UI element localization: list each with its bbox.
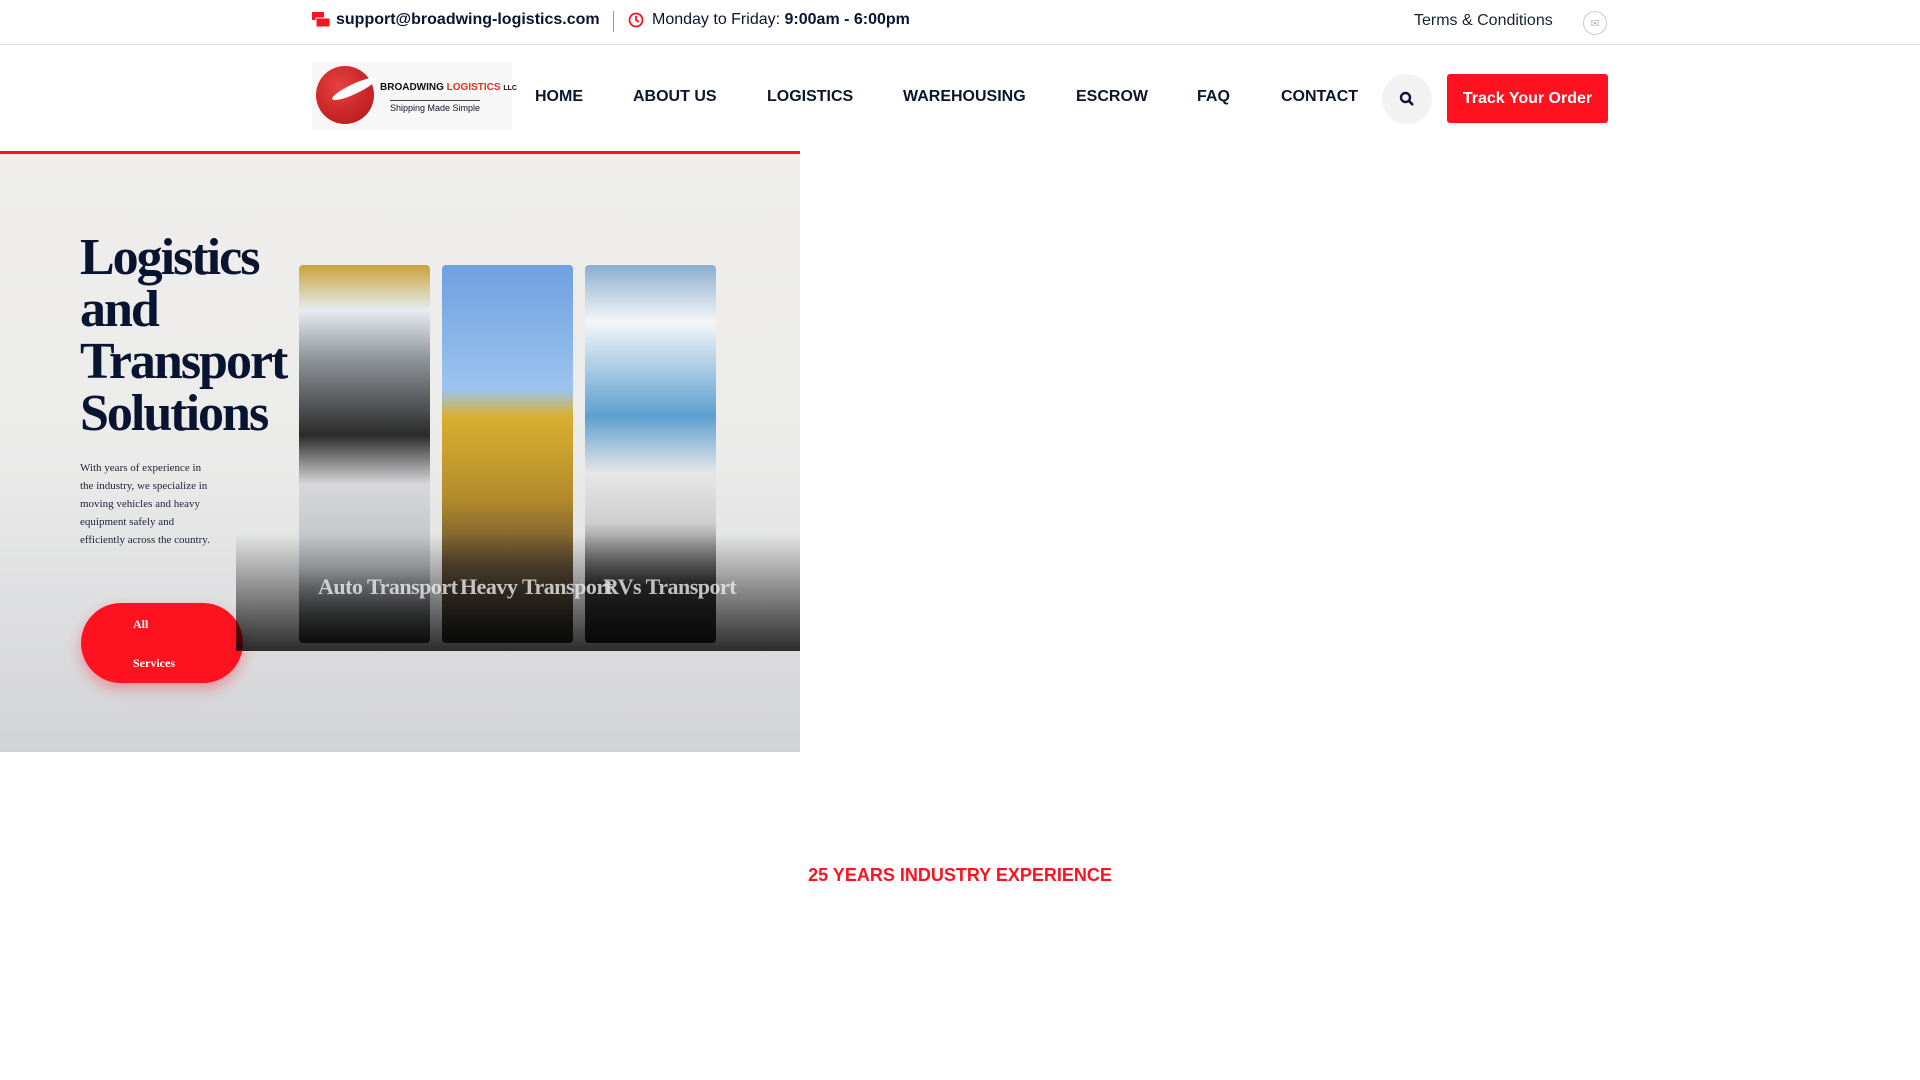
hero-description: With years of experience in the industry… [80, 462, 210, 546]
nav-about-us[interactable]: ABOUT US [633, 88, 717, 106]
top-bar: support@broadwing-logistics.com Monday t… [0, 0, 1920, 45]
divider [613, 11, 614, 32]
hours-label: Monday to Friday: [652, 11, 781, 28]
search-button[interactable] [1382, 74, 1432, 124]
nav-escrow[interactable]: ESCROW [1076, 88, 1148, 106]
logo-suffix: LLC [503, 85, 517, 92]
logo[interactable]: BROADWING LOGISTICS LLC Shipping Made Si… [312, 62, 517, 130]
email-text: support@broadwing-logistics.com [336, 11, 600, 28]
card-label-heavy[interactable]: Heavy Transport [460, 574, 613, 600]
nav-warehousing[interactable]: WAREHOUSING [903, 88, 1026, 106]
logo-name: BROADWING [380, 82, 444, 93]
business-hours: Monday to Friday: 9:00am - 6:00pm [628, 11, 910, 29]
track-order-button[interactable]: Track Your Order [1447, 74, 1608, 123]
hero-title: Logistics and Transport Solutions [80, 229, 288, 442]
nav-home[interactable]: HOME [535, 88, 583, 106]
logo-name-accent: LOGISTICS [446, 82, 501, 93]
card-label-auto[interactable]: Auto Transport [318, 574, 458, 600]
inbox-icon[interactable]: ✉ [1583, 11, 1607, 35]
logo-tagline: Shipping Made Simple [390, 100, 481, 113]
clock-icon [628, 12, 644, 28]
nav-faq[interactable]: FAQ [1197, 88, 1230, 106]
logo-mark [316, 66, 374, 124]
experience-heading: 25 YEARS INDUSTRY EXPERIENCE [808, 865, 1112, 885]
email-link[interactable]: support@broadwing-logistics.com [312, 11, 600, 29]
card-label-rv[interactable]: RVs Transport [603, 574, 737, 600]
nav-contact[interactable]: CONTACT [1281, 88, 1358, 106]
all-services-button[interactable]: All Services [81, 603, 243, 683]
hero-section: Logistics and Transport Solutions With year… [0, 154, 800, 752]
terms-link[interactable]: Terms & Conditions [1414, 12, 1553, 30]
search-icon [1399, 91, 1414, 106]
envelope-icon [312, 12, 330, 28]
nav-logistics[interactable]: LOGISTICS [767, 88, 853, 106]
hours-value: 9:00am - 6:00pm [784, 11, 910, 28]
